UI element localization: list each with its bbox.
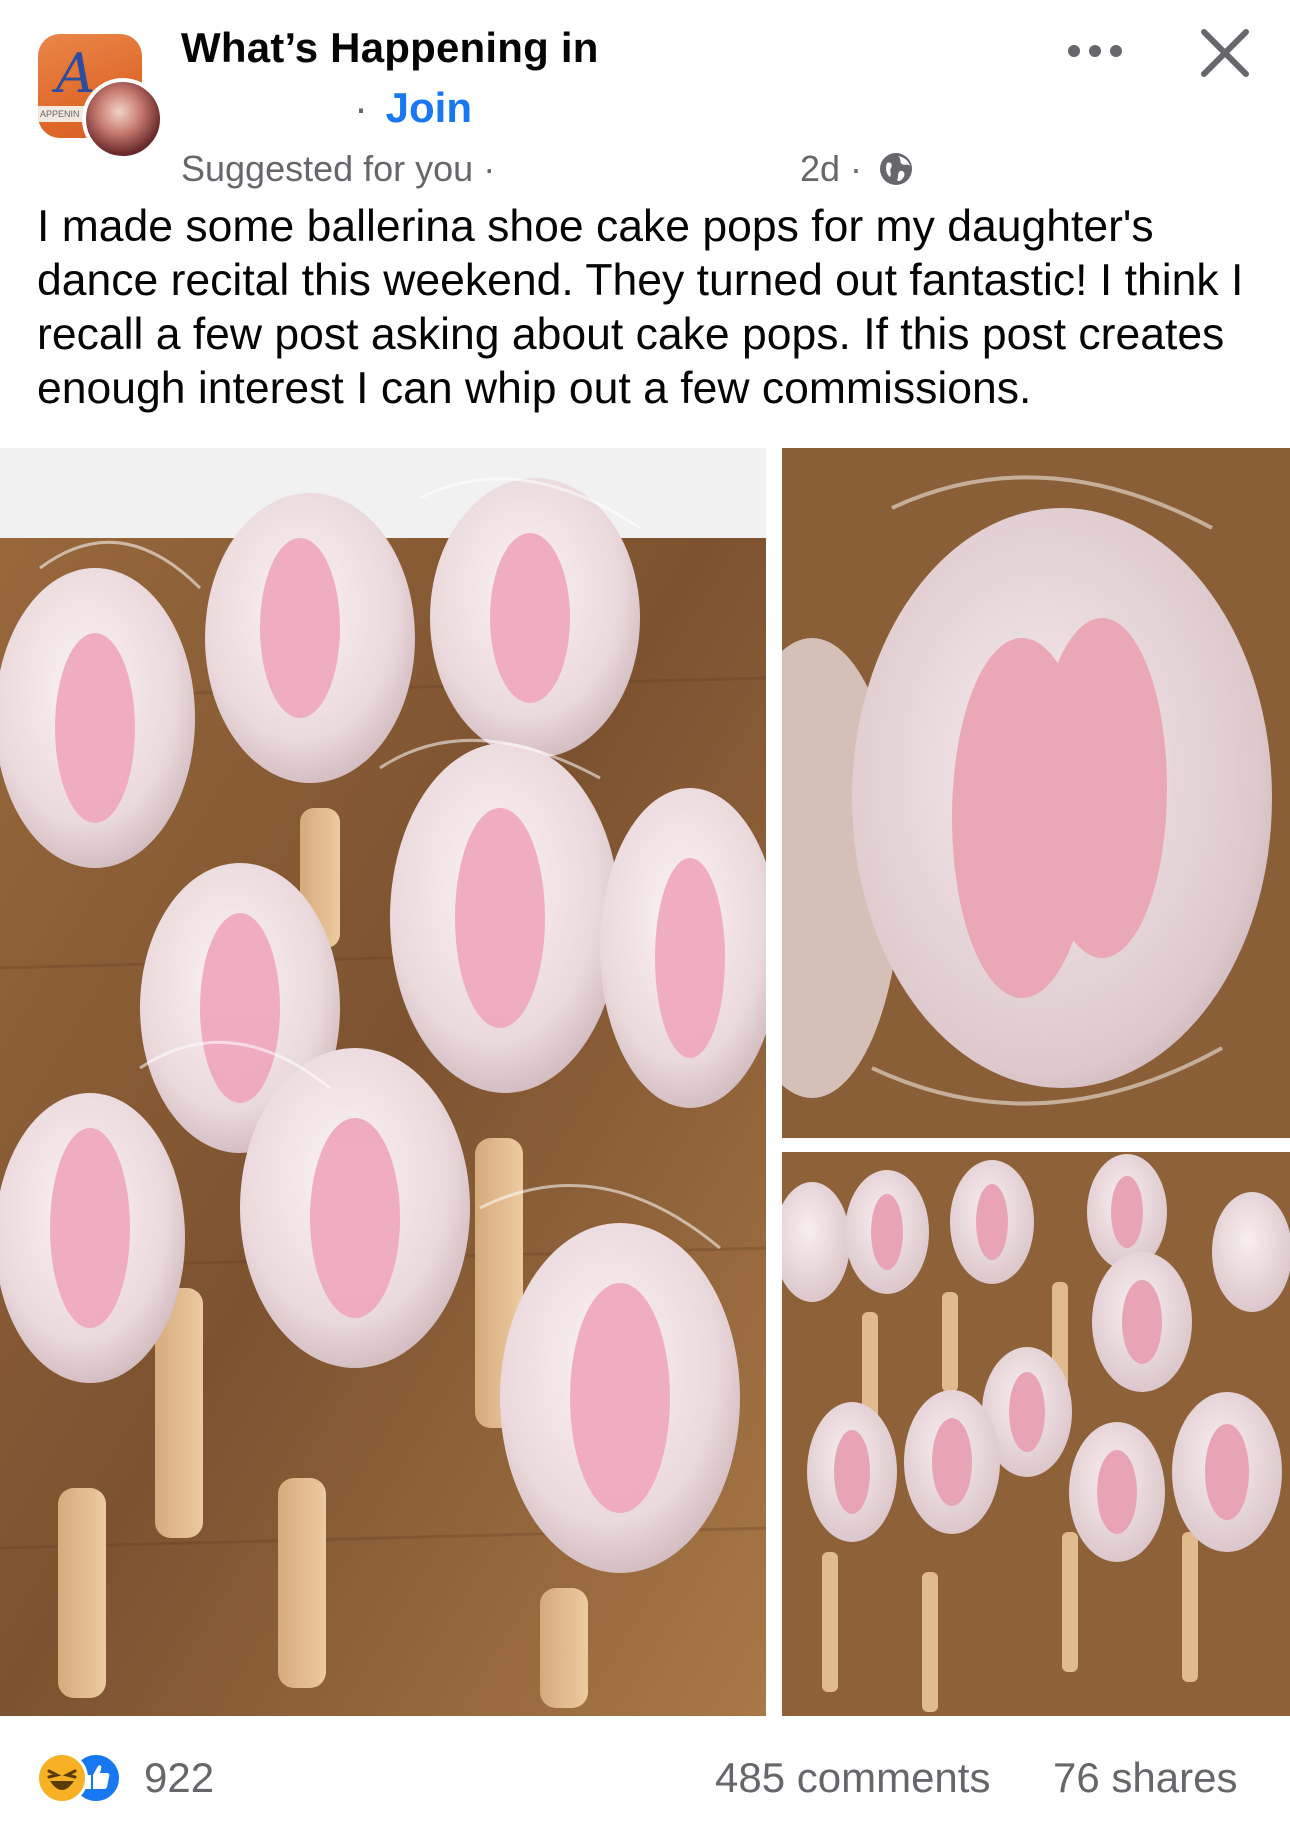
globe-icon [878,151,914,196]
close-button[interactable] [1196,24,1254,82]
shares-count[interactable]: 76 shares [1053,1754,1237,1802]
close-icon [1201,29,1249,77]
reaction-count[interactable]: 922 [144,1754,214,1802]
more-options-icon [1068,45,1122,57]
comments-count[interactable]: 485 comments [715,1754,990,1802]
photo-main[interactable] [0,448,766,1716]
more-options-button[interactable] [1060,26,1130,76]
photo-bottom-right[interactable] [782,1152,1290,1716]
post-timestamp[interactable]: 2d · [800,148,914,196]
photo-collage[interactable] [0,448,1290,1716]
join-row: · Join [354,84,472,132]
join-button[interactable]: Join [386,84,472,131]
haha-icon [36,1752,88,1804]
post-time: 2d · [800,148,863,189]
user-avatar[interactable] [82,78,164,160]
suggested-for-you-label: Suggested for you · [181,148,496,189]
photo-top-right[interactable] [782,448,1290,1138]
group-name[interactable]: What’s Happening in [181,24,599,72]
post-text: I made some ballerina shoe cake pops for… [37,202,1244,413]
join-separator: · [354,84,368,131]
